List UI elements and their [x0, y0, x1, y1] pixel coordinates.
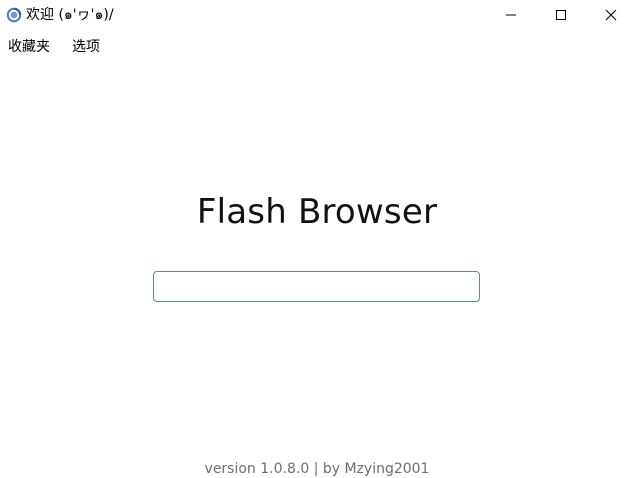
app-window: 欢迎 (๑'ヮ'๑)/ 收藏夹 选项 Flash Browser version…	[0, 0, 634, 478]
menu-favorites[interactable]: 收藏夹	[8, 37, 50, 57]
app-title: Flash Browser	[196, 192, 438, 232]
close-icon	[605, 6, 617, 25]
title-bar[interactable]: 欢迎 (๑'ヮ'๑)/	[0, 0, 634, 30]
address-input[interactable]	[153, 271, 480, 302]
maximize-icon	[555, 6, 567, 25]
minimize-button[interactable]	[488, 0, 534, 30]
close-button[interactable]	[588, 0, 634, 30]
window-title: 欢迎 (๑'ヮ'๑)/	[26, 7, 114, 23]
menu-options[interactable]: 选项	[72, 37, 100, 57]
maximize-button[interactable]	[538, 0, 584, 30]
minimize-icon	[505, 6, 517, 25]
browser-globe-icon	[6, 7, 22, 23]
menu-bar: 收藏夹 选项	[0, 34, 634, 60]
version-text: version 1.0.8.0 | by Mzying2001	[204, 461, 430, 477]
